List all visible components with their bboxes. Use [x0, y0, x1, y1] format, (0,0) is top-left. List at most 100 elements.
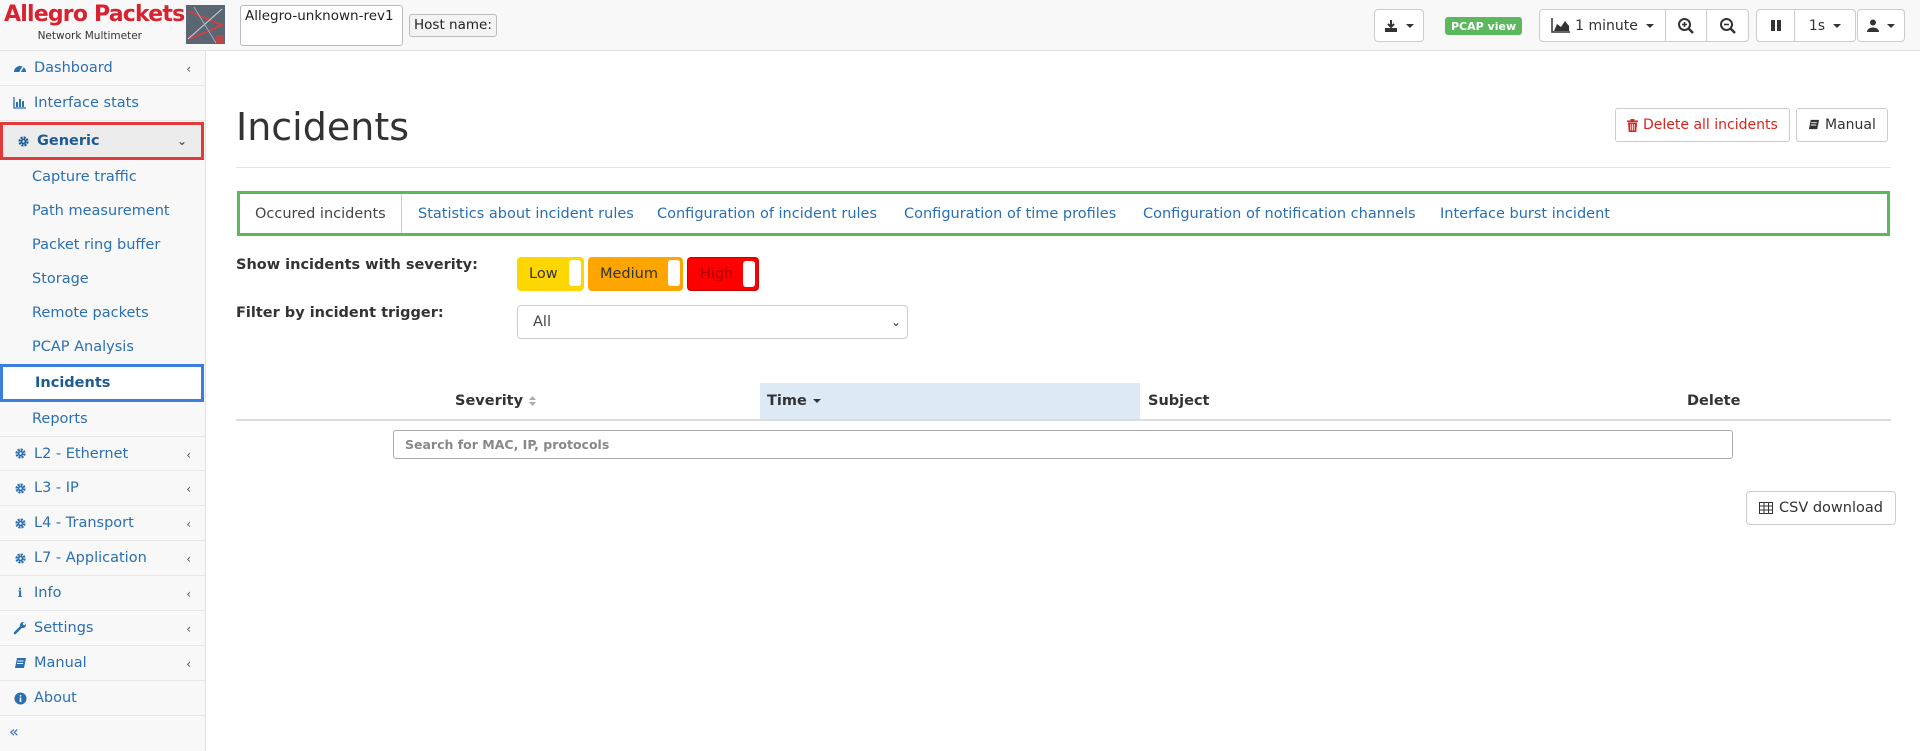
- chevron-left-icon: ‹: [186, 552, 191, 566]
- sidebar-item-l3-ip[interactable]: L3 - IP ‹: [0, 471, 205, 506]
- table-icon: [1759, 502, 1773, 514]
- toggle-knob: [569, 260, 581, 286]
- chevron-down-icon: [1887, 23, 1895, 28]
- column-header-subject[interactable]: Subject: [1148, 383, 1448, 419]
- tab-configuration-notification-channels[interactable]: Configuration of notification channels: [1143, 194, 1416, 233]
- tab-configuration-time-profiles[interactable]: Configuration of time profiles: [904, 194, 1116, 233]
- device-name-field[interactable]: Allegro-unknown-rev1: [240, 5, 403, 46]
- sidebar-item-l2-ethernet[interactable]: L2 - Ethernet ‹: [0, 436, 205, 471]
- sidebar-item-interface-stats[interactable]: Interface stats: [0, 86, 205, 121]
- sidebar-item-incidents[interactable]: Incidents: [0, 364, 204, 402]
- user-icon: [1867, 19, 1879, 32]
- severity-medium-toggle[interactable]: Medium: [588, 257, 683, 291]
- column-header-time[interactable]: Time: [760, 383, 1140, 419]
- chevron-left-icon: ‹: [186, 448, 191, 462]
- sidebar-item-l7-application[interactable]: L7 - Application ‹: [0, 541, 205, 576]
- zoom-in-icon: [1677, 17, 1695, 35]
- severity-medium-label: Medium: [600, 266, 658, 282]
- interval-dropdown[interactable]: 1s: [1794, 9, 1856, 42]
- info-circle-icon: [12, 692, 28, 705]
- sidebar-item-storage[interactable]: Storage: [0, 262, 205, 296]
- chevron-left-icon: ‹: [186, 482, 191, 496]
- gear-icon: [12, 482, 28, 495]
- book-icon: [12, 657, 28, 670]
- brand-logo[interactable]: Allegro Packets Network Multimeter: [4, 2, 185, 46]
- sidebar-item-label: L3 - IP: [34, 480, 79, 496]
- sort-icon: [529, 396, 537, 406]
- bar-chart-icon: [12, 97, 28, 109]
- sidebar-item-label: Settings: [34, 620, 94, 636]
- sidebar-item-label: Dashboard: [34, 60, 113, 76]
- search-placeholder: Search for MAC, IP, protocols: [405, 437, 610, 452]
- brand-name: Allegro Packets: [4, 2, 185, 27]
- chevron-down-icon: ⌄: [176, 134, 187, 148]
- sidebar-item-label: Manual: [34, 655, 87, 671]
- sidebar-item-manual[interactable]: Manual ‹: [0, 646, 205, 681]
- severity-low-toggle[interactable]: Low: [517, 257, 584, 291]
- incident-trigger-value: All: [533, 314, 551, 330]
- title-divider: [236, 167, 1891, 168]
- gear-icon: [12, 517, 28, 530]
- toggle-knob: [743, 261, 755, 287]
- sidebar-item-l4-transport[interactable]: L4 - Transport ‹: [0, 506, 205, 541]
- sidebar-item-label: About: [34, 690, 77, 706]
- chevron-down-icon: ⌄: [890, 315, 901, 329]
- sidebar-item-path-measurement[interactable]: Path measurement: [0, 194, 205, 228]
- area-chart-icon: [1551, 18, 1571, 33]
- csv-download-button[interactable]: CSV download: [1746, 491, 1896, 525]
- host-name-label[interactable]: Host name:: [409, 14, 497, 37]
- download-icon: [1384, 19, 1398, 33]
- chevron-left-icon: ‹: [186, 587, 191, 601]
- gear-icon: [15, 135, 31, 148]
- delete-all-incidents-button[interactable]: Delete all incidents: [1615, 108, 1790, 142]
- sidebar-item-capture-traffic[interactable]: Capture traffic: [0, 160, 205, 194]
- chevron-down-icon: [1833, 23, 1842, 28]
- pcap-view-badge: PCAP view: [1445, 17, 1523, 35]
- sidebar-item-label: Interface stats: [34, 95, 139, 111]
- severity-filter-label: Show incidents with severity:: [236, 257, 478, 273]
- severity-high-toggle[interactable]: High: [687, 257, 759, 291]
- table-search-input[interactable]: Search for MAC, IP, protocols: [393, 430, 1733, 459]
- sidebar-item-label: L4 - Transport: [34, 515, 134, 531]
- sidebar-item-packet-ring-buffer[interactable]: Packet ring buffer: [0, 228, 205, 262]
- toggle-knob: [668, 260, 680, 286]
- tab-statistics-incident-rules[interactable]: Statistics about incident rules: [418, 194, 634, 233]
- chevron-left-icon: ‹: [186, 517, 191, 531]
- chevron-down-icon: [1406, 23, 1414, 28]
- tab-interface-burst-incident[interactable]: Interface burst incident: [1440, 194, 1610, 233]
- pause-button[interactable]: [1756, 9, 1795, 42]
- dashboard-icon: [12, 62, 28, 74]
- sidebar-item-info[interactable]: i Info ‹: [0, 576, 205, 611]
- time-range-dropdown[interactable]: 1 minute: [1539, 9, 1666, 42]
- sidebar-item-dashboard[interactable]: Dashboard ‹: [0, 51, 205, 86]
- device-image-icon: [186, 5, 225, 44]
- interval-label: 1s: [1808, 17, 1826, 34]
- page-title: Incidents: [236, 105, 410, 149]
- incident-tabs: Occured incidents Statistics about incid…: [237, 191, 1890, 236]
- zoom-in-button[interactable]: [1665, 9, 1707, 42]
- incident-trigger-select[interactable]: All ⌄: [517, 305, 908, 339]
- pause-icon: [1770, 19, 1782, 32]
- sidebar-item-label: Generic: [37, 133, 100, 149]
- download-dropdown-button[interactable]: [1374, 9, 1424, 42]
- trigger-filter-label: Filter by incident trigger:: [236, 305, 444, 321]
- sidebar-item-settings[interactable]: Settings ‹: [0, 611, 205, 646]
- user-menu-button[interactable]: [1857, 9, 1905, 42]
- tab-occured-incidents[interactable]: Occured incidents: [240, 194, 402, 233]
- sidebar-item-remote-packets[interactable]: Remote packets: [0, 296, 205, 330]
- wrench-icon: [12, 621, 28, 635]
- collapse-sidebar-icon[interactable]: «: [9, 722, 19, 741]
- sidebar-item-reports[interactable]: Reports: [0, 402, 205, 436]
- column-header-delete[interactable]: Delete: [1687, 383, 1787, 419]
- sidebar: Dashboard ‹ Interface stats Generic ⌄ Ca…: [0, 51, 206, 751]
- chevron-left-icon: ‹: [186, 622, 191, 636]
- zoom-out-button[interactable]: [1706, 9, 1749, 42]
- sidebar-item-about[interactable]: About: [0, 681, 205, 716]
- tab-configuration-incident-rules[interactable]: Configuration of incident rules: [657, 194, 877, 233]
- chevron-down-icon: [1645, 23, 1654, 28]
- sidebar-item-pcap-analysis[interactable]: PCAP Analysis: [0, 330, 205, 364]
- manual-button[interactable]: Manual: [1796, 108, 1888, 142]
- table-header-divider: [236, 419, 1891, 421]
- column-header-severity[interactable]: Severity: [455, 383, 755, 419]
- sidebar-item-generic[interactable]: Generic ⌄: [0, 122, 204, 160]
